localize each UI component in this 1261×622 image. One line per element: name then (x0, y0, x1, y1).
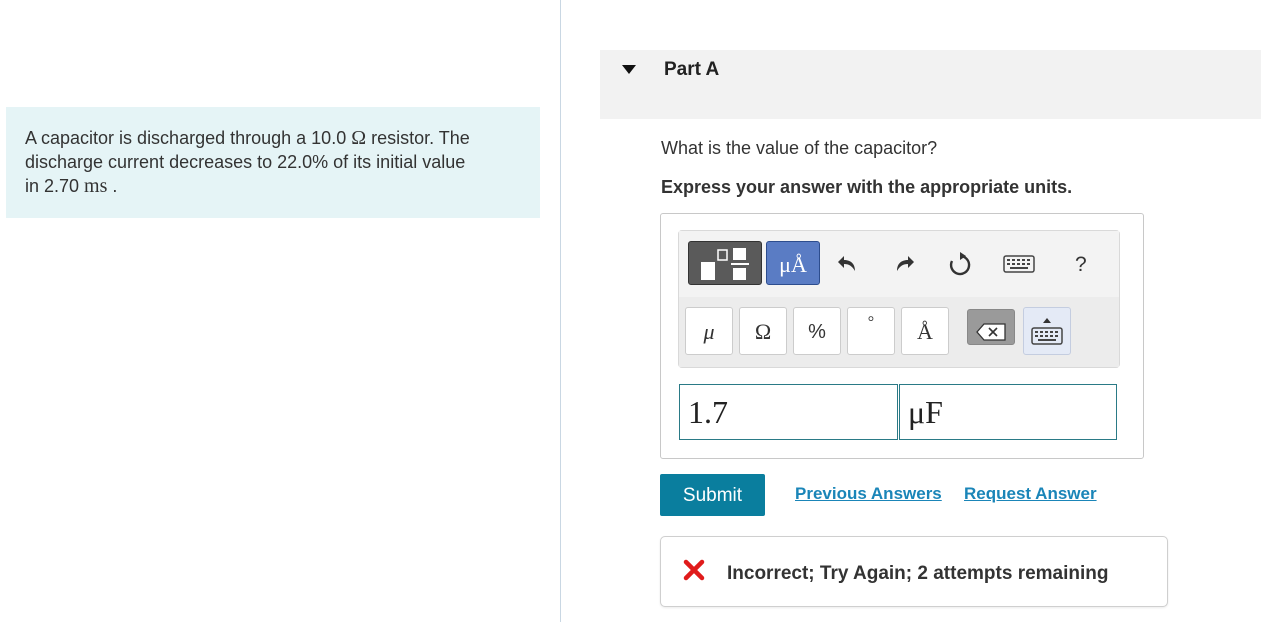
backspace-icon (976, 323, 1006, 341)
ms-unit: ms (84, 175, 108, 197)
value-input[interactable]: 1.7 (679, 384, 898, 440)
templates-icon (701, 248, 749, 280)
incorrect-x-icon (683, 559, 705, 581)
ohm-symbol: Ω (351, 127, 367, 149)
undo-icon[interactable] (835, 251, 861, 277)
problem-statement: A capacitor is discharged through a 10.0… (6, 107, 540, 218)
toolbar-row-main: μÅ ? (679, 231, 1119, 297)
problem-text-1b: resistor. The (366, 128, 470, 148)
help-icon[interactable]: ? (1075, 253, 1087, 277)
part-a-header[interactable]: Part A (600, 50, 1261, 119)
backspace-button[interactable] (967, 309, 1015, 345)
percent-button[interactable]: % (793, 307, 841, 355)
redo-icon[interactable] (891, 251, 917, 277)
problem-text-1: A capacitor is discharged through a 10.0 (25, 128, 352, 148)
omega-button[interactable]: Ω (739, 307, 787, 355)
keyboard-icon[interactable] (1003, 255, 1035, 273)
math-toolbar: μÅ ? μ Ω % ° Å (678, 230, 1120, 368)
problem-text-2: discharge current decreases to 22.0% of … (25, 152, 466, 172)
question-prompt: What is the value of the capacitor? (661, 138, 938, 158)
request-answer-link[interactable]: Request Answer (964, 484, 1097, 504)
unit-input[interactable]: μF (899, 384, 1117, 440)
keyboard-toggle-icon (1031, 318, 1063, 345)
angstrom-button[interactable]: Å (901, 307, 949, 355)
panel-divider (560, 0, 561, 622)
reset-icon[interactable] (947, 251, 973, 277)
feedback-box: Incorrect; Try Again; 2 attempts remaini… (660, 536, 1168, 607)
degree-button[interactable]: ° (847, 307, 895, 355)
units-button[interactable]: μÅ (766, 241, 820, 285)
caret-down-icon[interactable] (622, 65, 636, 74)
previous-answers-link[interactable]: Previous Answers (795, 484, 942, 504)
part-title: Part A (664, 59, 720, 80)
keyboard-toggle-button[interactable] (1023, 307, 1071, 355)
problem-text-3: in 2.70 (25, 176, 85, 196)
mu-button[interactable]: μ (685, 307, 733, 355)
toolbar-row-symbols: μ Ω % ° Å (679, 297, 1119, 367)
answer-box: μÅ ? μ Ω % ° Å 1.7 μF (660, 213, 1144, 459)
problem-text-3b: . (107, 176, 118, 196)
feedback-message: Incorrect; Try Again; 2 attempts remaini… (727, 563, 1109, 584)
submit-button[interactable]: Submit (660, 474, 765, 516)
templates-button[interactable] (688, 241, 762, 285)
answer-instruction: Express your answer with the appropriate… (661, 177, 1073, 197)
